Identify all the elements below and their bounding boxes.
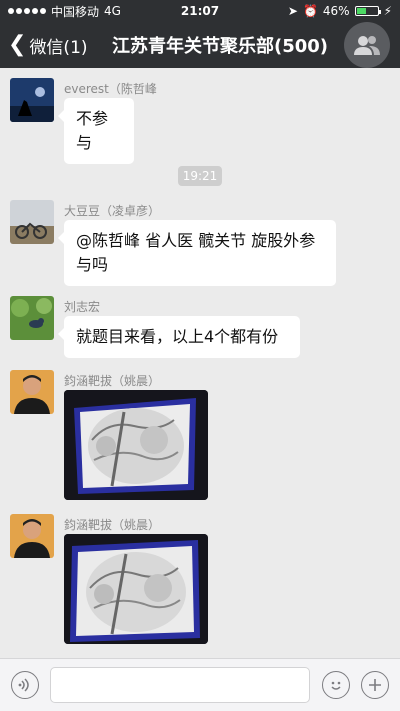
input-bar	[0, 658, 400, 711]
people-icon	[354, 36, 380, 55]
emoji-button[interactable]	[322, 671, 350, 699]
network-type: 4G	[104, 4, 121, 18]
battery-level	[356, 8, 366, 14]
voice-icon	[18, 678, 29, 692]
back-label: 微信(1)	[29, 37, 88, 58]
battery-icon	[354, 6, 381, 16]
more-button[interactable]	[361, 671, 389, 699]
image-message[interactable]	[64, 534, 208, 644]
message-bubble[interactable]: @陈哲峰 省人医 髋关节 旋股外参与吗	[58, 220, 336, 286]
status-bar: 中国移动 4G 21:07 ➤ ⏰ 46% ⚡	[0, 0, 400, 22]
location-icon: ➤	[287, 4, 298, 18]
back-button[interactable]: ❮ 微信(1)	[0, 33, 108, 58]
chat-area[interactable]: everest（陈哲峰 不参与 19:21 大豆豆（凌卓彦） @陈哲峰 省人医 …	[0, 68, 400, 658]
plus-icon	[369, 679, 381, 691]
chat-title: 江苏青年关节聚乐部(500)	[112, 36, 329, 57]
timestamp: 19:21	[178, 166, 222, 186]
message-bubble[interactable]: 就题目来看，以上4个都有份	[58, 316, 300, 358]
avatar[interactable]	[10, 296, 54, 340]
emoji-icon	[331, 681, 341, 690]
signal-icon	[8, 8, 46, 14]
chevron-left-icon: ❮	[8, 32, 27, 57]
avatar[interactable]	[10, 514, 54, 558]
alarm-icon: ⏰	[302, 4, 318, 18]
battery-percent: 46%	[322, 4, 350, 18]
nav-bar: ❮ 微信(1) 江苏青年关节聚乐部(500)	[0, 22, 400, 68]
sender-name: 大豆豆（凌卓彦）	[64, 204, 161, 218]
avatar[interactable]	[10, 78, 54, 122]
sender-name: 刘志宏	[64, 300, 101, 314]
carrier: 中国移动	[51, 4, 100, 19]
sender-name: everest（陈哲峰	[64, 82, 157, 96]
sender-name: 鈞涵靶拔（姚晨）	[64, 518, 161, 532]
message-bubble[interactable]: 不参与	[58, 98, 134, 164]
charging-icon: ⚡	[383, 4, 392, 18]
group-profile-button[interactable]	[344, 22, 390, 68]
clock: 21:07	[180, 4, 220, 18]
image-message[interactable]	[64, 390, 208, 500]
sender-name: 鈞涵靶拔（姚晨）	[64, 374, 161, 388]
voice-button[interactable]	[11, 671, 39, 699]
avatar[interactable]	[10, 200, 54, 244]
message-input[interactable]	[50, 667, 310, 703]
avatar[interactable]	[10, 370, 54, 414]
